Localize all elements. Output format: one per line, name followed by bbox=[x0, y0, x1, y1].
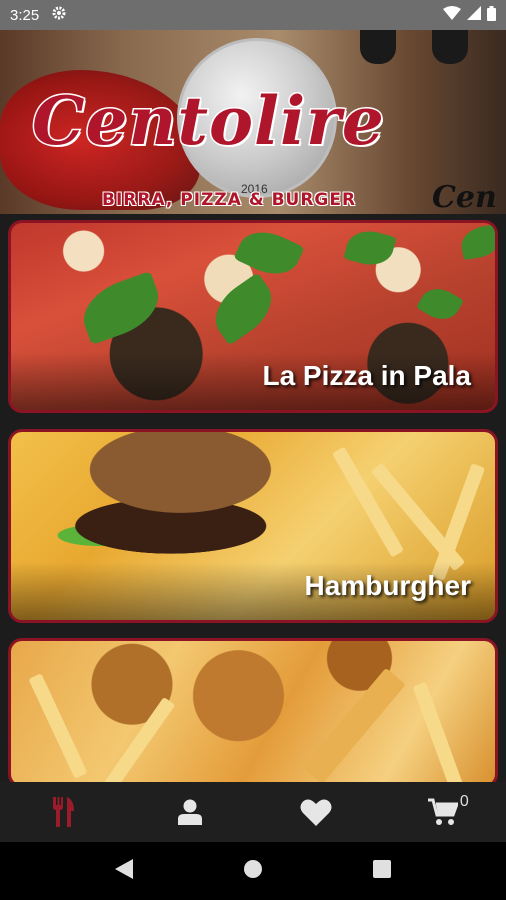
restaurant-logo-subtitle: BIRRA, PIZZA & BURGER bbox=[102, 190, 357, 210]
cart-count-badge: 0 bbox=[459, 793, 469, 810]
nav-profile-button[interactable] bbox=[160, 787, 220, 837]
home-icon[interactable] bbox=[243, 859, 263, 884]
lamp-decoration bbox=[360, 30, 396, 64]
basil-leaf-decoration bbox=[458, 223, 495, 261]
cart-icon bbox=[427, 798, 458, 826]
category-list: La Pizza in Pala Hamburgher bbox=[0, 214, 506, 782]
lamp-decoration bbox=[432, 30, 468, 64]
system-navigation-bar bbox=[0, 842, 506, 900]
basil-leaf-decoration bbox=[204, 272, 283, 346]
fry-decoration bbox=[28, 673, 88, 779]
wifi-icon bbox=[443, 6, 461, 24]
nav-cart-button[interactable]: 0 bbox=[413, 787, 473, 837]
basil-leaf-decoration bbox=[74, 270, 168, 346]
settings-gear-icon bbox=[51, 5, 67, 25]
bottom-navigation: 0 bbox=[0, 782, 506, 842]
fry-decoration bbox=[100, 696, 176, 782]
nav-menu-button[interactable] bbox=[33, 787, 93, 837]
nav-favorites-button[interactable] bbox=[286, 787, 346, 837]
fry-decoration bbox=[331, 446, 405, 558]
restaurant-logo-title: Centolire bbox=[31, 81, 386, 162]
category-card-fried[interactable] bbox=[8, 638, 498, 782]
category-label: Hamburgher bbox=[304, 570, 471, 601]
logo-trailing-text: Cen bbox=[432, 180, 497, 214]
status-time: 3:25 bbox=[10, 6, 40, 24]
heart-icon bbox=[300, 798, 332, 826]
basil-leaf-decoration bbox=[233, 223, 305, 284]
header-banner: 2016 Centolire BIRRA, PIZZA & BURGER Cen bbox=[0, 30, 506, 214]
status-bar: 3:25 bbox=[0, 0, 506, 30]
menu-fork-knife-icon bbox=[50, 797, 76, 827]
basil-leaf-decoration bbox=[416, 281, 464, 327]
signal-icon bbox=[467, 6, 481, 24]
back-icon[interactable] bbox=[115, 858, 133, 884]
category-card-hamburger[interactable]: Hamburgher bbox=[8, 429, 498, 623]
battery-icon bbox=[487, 5, 496, 25]
category-card-pizza[interactable]: La Pizza in Pala bbox=[8, 220, 498, 413]
fry-decoration bbox=[302, 667, 406, 782]
basil-leaf-decoration bbox=[343, 225, 397, 271]
user-icon bbox=[177, 799, 202, 825]
fry-decoration bbox=[412, 681, 464, 782]
recents-icon[interactable] bbox=[373, 859, 391, 883]
category-label: La Pizza in Pala bbox=[262, 360, 471, 391]
